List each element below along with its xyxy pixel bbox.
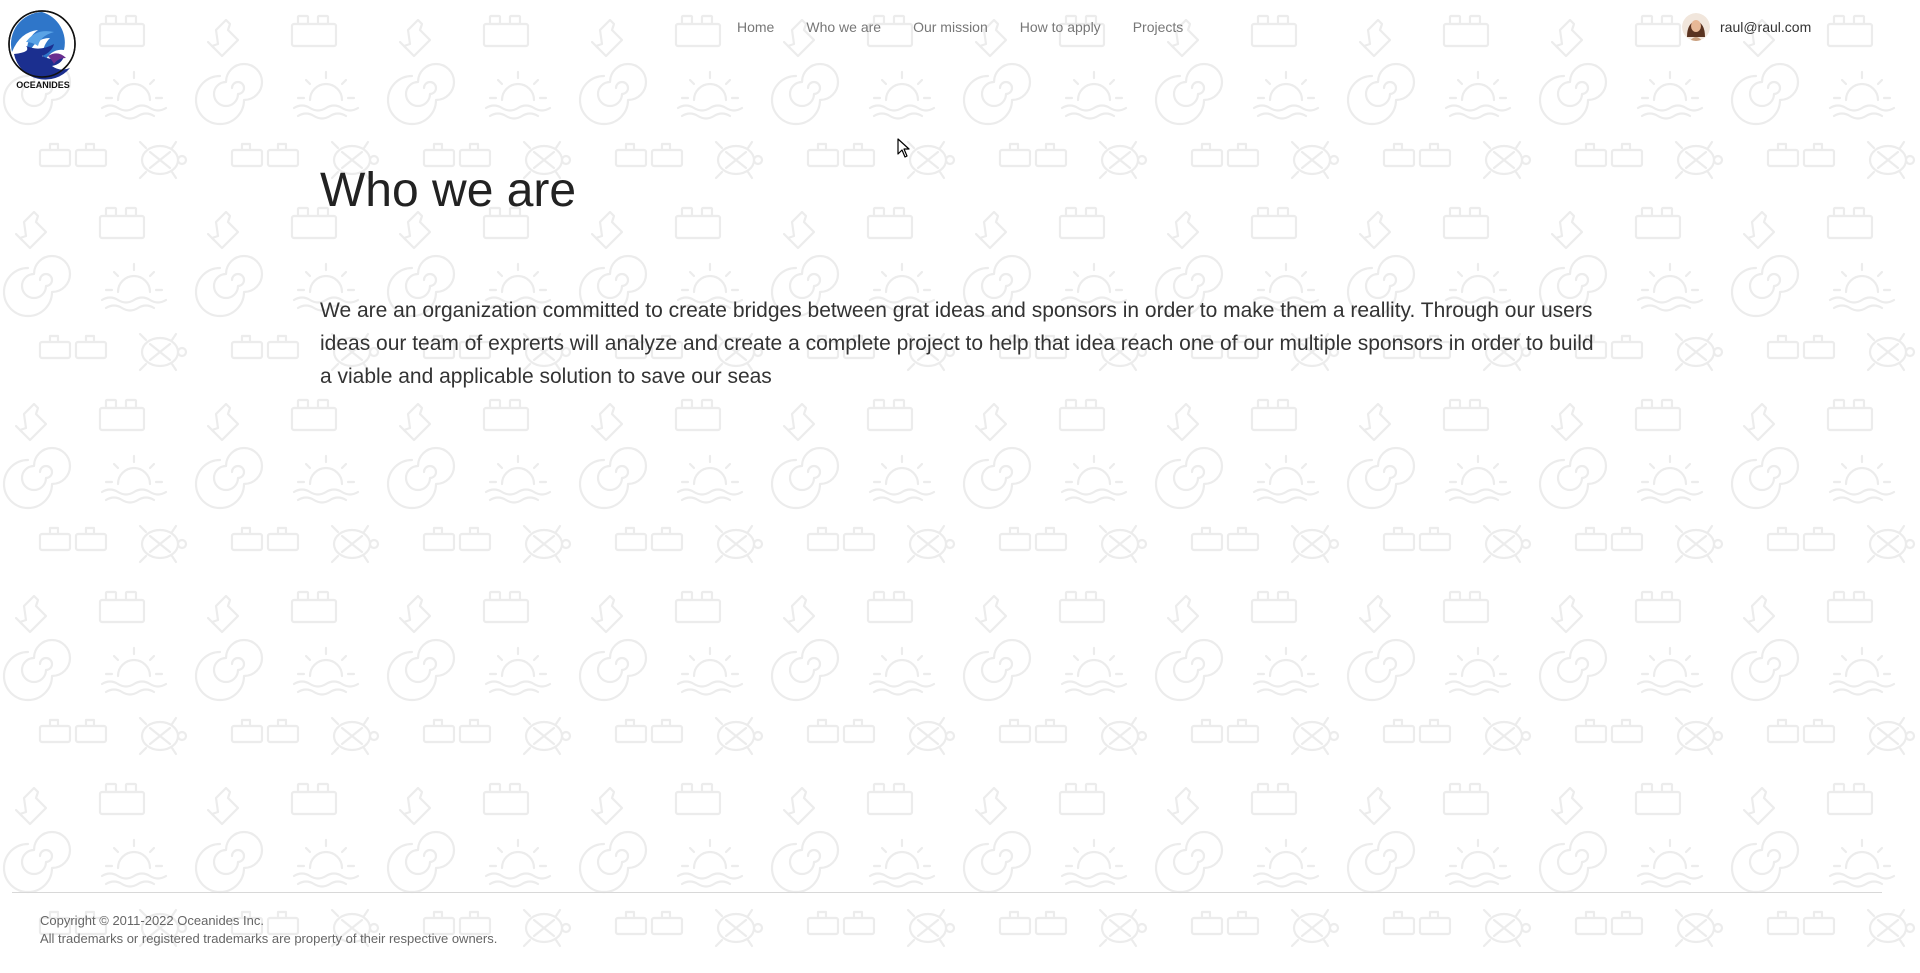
footer-text: Copyright © 2011-2022 Oceanides Inc. All… [40, 912, 497, 948]
page-title: Who we are [320, 164, 577, 217]
mouse-cursor-icon [897, 138, 910, 158]
nav-who-we-are[interactable]: Who we are [790, 17, 897, 37]
user-email[interactable]: raul@raul.com [1720, 19, 1811, 35]
user-menu[interactable]: raul@raul.com [1682, 13, 1811, 41]
ocean-pattern-background [0, 0, 1920, 973]
main-content: Who we are We are an organization commit… [320, 160, 1620, 414]
trademark-text: All trademarks or registered trademarks … [40, 931, 498, 946]
user-avatar[interactable] [1682, 13, 1710, 41]
nav-how-to-apply[interactable]: How to apply [1004, 17, 1117, 37]
about-paragraph: We are an organization committed to crea… [320, 299, 1594, 388]
main-nav: Home Who we are Our mission How to apply… [737, 17, 1199, 37]
site-header: OCEANIDES Home Who we are Our mission Ho… [0, 0, 1920, 100]
footer-divider [12, 892, 1882, 893]
nav-home[interactable]: Home [737, 17, 790, 37]
oceanides-logo[interactable]: OCEANIDES [8, 8, 78, 92]
nav-our-mission[interactable]: Our mission [897, 17, 1004, 37]
copyright-text: Copyright © 2011-2022 Oceanides Inc. [40, 913, 264, 928]
nav-projects[interactable]: Projects [1117, 17, 1200, 37]
logo-text: OCEANIDES [16, 80, 70, 90]
page: OCEANIDES Home Who we are Our mission Ho… [0, 0, 1920, 973]
